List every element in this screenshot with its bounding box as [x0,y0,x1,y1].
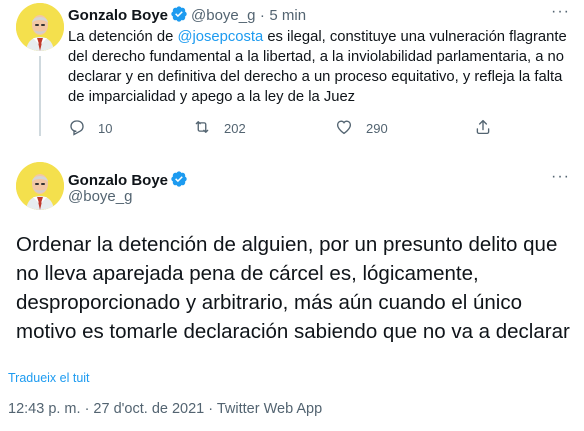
tweet-actions: 10 202 290 [68,118,528,142]
share-button[interactable] [474,118,504,139]
author-name[interactable]: Gonzalo Boye [68,172,168,189]
verified-badge-icon [170,5,188,28]
tweet-text: La detención de @josepcosta es ilegal, c… [68,27,568,107]
avatar[interactable] [16,3,64,51]
like-icon [334,118,366,139]
retweet-button[interactable]: 202 [192,118,246,139]
more-options-icon[interactable]: ··· [551,169,570,185]
author-handle[interactable]: @boye_g [68,188,132,205]
verified-badge-icon [170,170,188,193]
mention-link[interactable]: @josepcosta [177,29,263,45]
tweet-header: Gonzalo Boye @boye_g · 5 min [68,5,306,28]
tweet-text: Ordenar la detención de alguien, por un … [16,233,570,343]
author-handle[interactable]: @boye_g [191,7,255,24]
author-name[interactable]: Gonzalo Boye [68,7,168,24]
reply-button[interactable]: 10 [68,118,112,139]
like-count: 290 [366,121,388,136]
separator-dot: · [259,7,265,24]
retweet-icon [192,118,224,139]
more-options-icon[interactable]: ··· [551,4,570,20]
retweet-count: 202 [224,121,246,136]
reply-count: 10 [98,121,113,136]
thread-connector-line [39,56,41,136]
tweet-text-part: La detención de [68,29,178,45]
like-button[interactable]: 290 [334,118,388,139]
tweet-time[interactable]: 5 min [269,7,306,24]
reply-icon [68,118,98,139]
share-icon [474,118,504,139]
avatar[interactable] [16,162,64,210]
tweet-timestamp[interactable]: 12:43 p. m. · 27 d'oct. de 2021 · Twitte… [8,401,322,417]
translate-link[interactable]: Tradueix el tuit [8,371,90,385]
